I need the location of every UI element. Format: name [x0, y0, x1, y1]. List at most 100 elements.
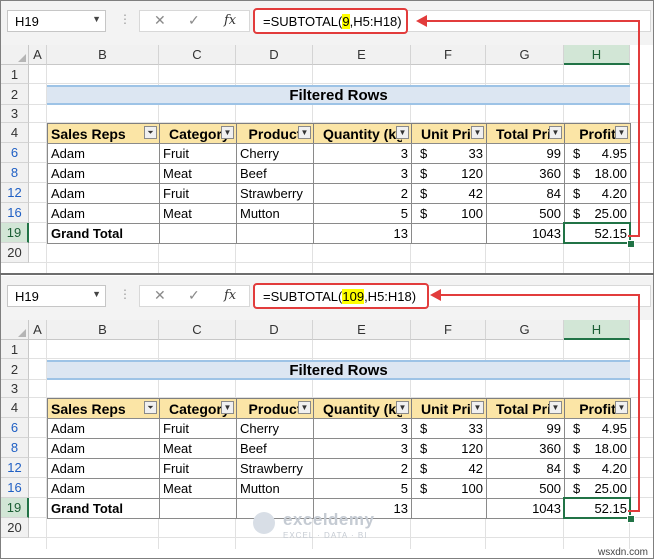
table-cell[interactable]: $100	[411, 203, 487, 224]
chevron-down-icon[interactable]: ▼	[92, 14, 101, 24]
grand-total-cell[interactable]	[236, 223, 314, 244]
row-header-6[interactable]: 6	[1, 143, 29, 163]
table-cell[interactable]: Adam	[47, 438, 160, 459]
row-header-16[interactable]: 16	[1, 203, 29, 223]
filter-dropdown-icon[interactable]: ▼	[549, 126, 562, 139]
table-cell[interactable]: 99	[486, 418, 565, 439]
filter-dropdown-icon[interactable]: ▼	[471, 126, 484, 139]
table-cell[interactable]: 84	[486, 183, 565, 204]
row-header-12[interactable]: 12	[1, 458, 29, 478]
select-all-corner[interactable]	[1, 45, 29, 65]
column-header-g[interactable]: G	[486, 45, 564, 65]
table-header-cell[interactable]: Category ▼	[159, 398, 237, 419]
table-cell[interactable]: Adam	[47, 478, 160, 499]
table-cell[interactable]: $4.20	[564, 458, 631, 479]
table-cell[interactable]: Beef	[236, 163, 314, 184]
cancel-icon[interactable]: ✕	[154, 12, 166, 29]
table-cell[interactable]: 360	[486, 438, 565, 459]
table-cell[interactable]: 84	[486, 458, 565, 479]
column-header-c[interactable]: C	[159, 320, 236, 340]
table-cell[interactable]: 3	[313, 163, 412, 184]
grand-total-cell[interactable]: 1043	[486, 223, 565, 244]
table-cell[interactable]: Mutton	[236, 203, 314, 224]
table-cell[interactable]: 5	[313, 478, 412, 499]
grand-total-cell[interactable]: 13	[313, 223, 412, 244]
grand-total-label[interactable]: Grand Total	[47, 223, 160, 244]
table-cell[interactable]: 3	[313, 438, 412, 459]
insert-function-icon[interactable]: fx	[224, 288, 236, 303]
column-header-b[interactable]: B	[47, 320, 159, 340]
table-header-cell[interactable]: Total Price▼	[486, 123, 565, 144]
fill-handle[interactable]	[627, 240, 635, 248]
filter-dropdown-icon[interactable]: ▼	[298, 401, 311, 414]
table-cell[interactable]: Adam	[47, 458, 160, 479]
table-cell[interactable]: $33	[411, 143, 487, 164]
column-header-h[interactable]: H	[564, 320, 630, 340]
table-cell[interactable]: $42	[411, 183, 487, 204]
table-cell[interactable]: 500	[486, 478, 565, 499]
table-cell[interactable]: 2	[313, 458, 412, 479]
name-box[interactable]: H19 ▼	[7, 285, 106, 307]
table-cell[interactable]: 2	[313, 183, 412, 204]
column-header-d[interactable]: D	[236, 320, 313, 340]
table-cell[interactable]: Mutton	[236, 478, 314, 499]
table-header-cell[interactable]: Quantity (kg) ▼	[313, 123, 412, 144]
table-cell[interactable]: Meat	[159, 438, 237, 459]
table-header-cell[interactable]: Sales Reps ⏷	[47, 123, 160, 144]
table-header-cell[interactable]: Profit ▼	[564, 123, 631, 144]
table-cell[interactable]: $100	[411, 478, 487, 499]
table-cell[interactable]: Meat	[159, 163, 237, 184]
table-cell[interactable]: $120	[411, 163, 487, 184]
table-header-cell[interactable]: Unit Price▼	[411, 398, 487, 419]
select-all-corner[interactable]	[1, 320, 29, 340]
row-header-19[interactable]: 19	[1, 498, 29, 518]
grand-total-cell[interactable]	[411, 223, 487, 244]
column-header-g[interactable]: G	[486, 320, 564, 340]
table-cell[interactable]: 5	[313, 203, 412, 224]
insert-function-icon[interactable]: fx	[224, 13, 236, 28]
resize-handle-icon[interactable]: ⋮	[119, 287, 131, 301]
table-cell[interactable]: $4.95	[564, 418, 631, 439]
table-cell[interactable]: Beef	[236, 438, 314, 459]
active-filter-icon[interactable]: ⏷	[144, 126, 157, 139]
table-cell[interactable]: Strawberry	[236, 458, 314, 479]
row-header-4[interactable]: 4	[1, 123, 29, 143]
row-header-3[interactable]: 3	[1, 105, 29, 123]
table-cell[interactable]: Adam	[47, 418, 160, 439]
table-cell[interactable]: Adam	[47, 163, 160, 184]
grand-total-cell[interactable]	[159, 498, 237, 519]
row-header-12[interactable]: 12	[1, 183, 29, 203]
table-cell[interactable]: Fruit	[159, 418, 237, 439]
filter-dropdown-icon[interactable]: ▼	[396, 401, 409, 414]
table-header-cell[interactable]: Total Price▼	[486, 398, 565, 419]
row-header-1[interactable]: 1	[1, 65, 29, 84]
filter-dropdown-icon[interactable]: ▼	[396, 126, 409, 139]
row-header-2[interactable]: 2	[1, 359, 29, 380]
table-cell[interactable]: Adam	[47, 183, 160, 204]
table-cell[interactable]: $33	[411, 418, 487, 439]
row-header-20[interactable]: 20	[1, 518, 29, 538]
row-header-20[interactable]: 20	[1, 243, 29, 263]
table-cell[interactable]: Adam	[47, 203, 160, 224]
column-header-d[interactable]: D	[236, 45, 313, 65]
filter-dropdown-icon[interactable]: ▼	[221, 126, 234, 139]
column-header-f[interactable]: F	[411, 45, 486, 65]
column-header-b[interactable]: B	[47, 45, 159, 65]
active-filter-icon[interactable]: ⏷	[144, 401, 157, 414]
fill-handle[interactable]	[627, 515, 635, 523]
table-cell[interactable]: 99	[486, 143, 565, 164]
table-cell[interactable]: Fruit	[159, 183, 237, 204]
table-cell[interactable]: Cherry	[236, 143, 314, 164]
selected-cell-h19[interactable]	[563, 222, 631, 244]
table-cell[interactable]: 360	[486, 163, 565, 184]
table-cell[interactable]: Adam	[47, 143, 160, 164]
row-header-16[interactable]: 16	[1, 478, 29, 498]
table-header-cell[interactable]: Product ▼	[236, 123, 314, 144]
column-header-f[interactable]: F	[411, 320, 486, 340]
table-cell[interactable]: $25.00	[564, 203, 631, 224]
table-cell[interactable]: Meat	[159, 203, 237, 224]
table-cell[interactable]: Cherry	[236, 418, 314, 439]
table-cell[interactable]: $4.20	[564, 183, 631, 204]
table-cell[interactable]: Fruit	[159, 143, 237, 164]
table-header-cell[interactable]: Sales Reps ⏷	[47, 398, 160, 419]
